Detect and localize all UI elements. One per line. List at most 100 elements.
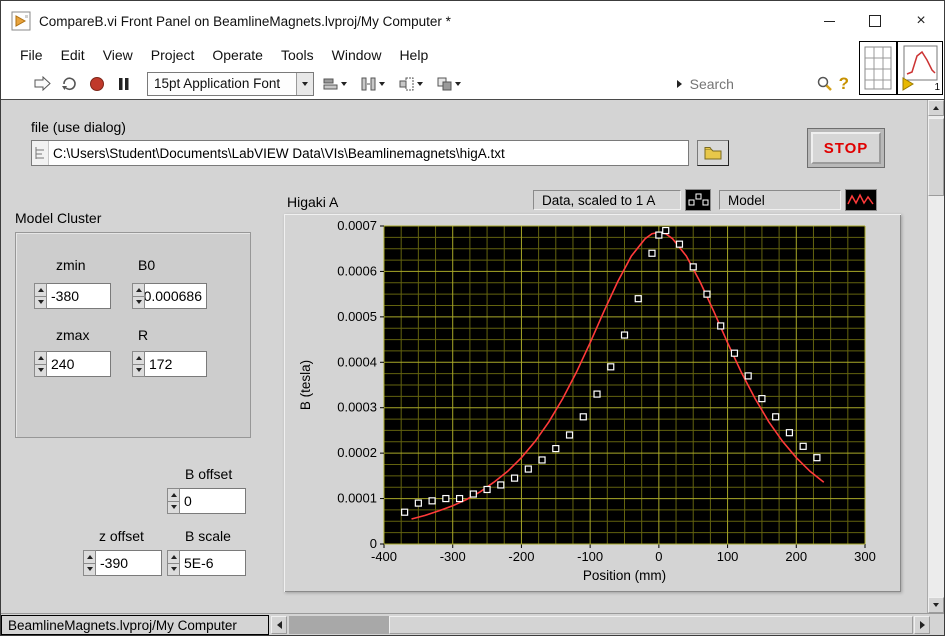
distribute-objects-icon <box>361 77 376 90</box>
abort-icon <box>89 76 104 91</box>
pause-button[interactable] <box>110 72 137 96</box>
run-arrow-icon <box>34 76 51 91</box>
vi-icon-badge: 1 <box>934 82 940 93</box>
menu-tools[interactable]: Tools <box>272 47 323 63</box>
svg-text:0: 0 <box>370 536 377 551</box>
svg-text:200: 200 <box>785 549 807 564</box>
svg-text:-400: -400 <box>371 549 397 564</box>
close-button[interactable]: × <box>898 1 944 41</box>
increment-button[interactable] <box>168 551 179 564</box>
vertical-scrollbar[interactable] <box>927 100 944 613</box>
increment-button[interactable] <box>35 352 46 365</box>
horizontal-scroll-thumb[interactable] <box>389 616 913 634</box>
svg-text:100: 100 <box>717 549 739 564</box>
decrement-button[interactable] <box>35 297 46 309</box>
close-icon: × <box>916 12 926 29</box>
window-title: CompareB.vi Front Panel on BeamlineMagne… <box>39 13 451 29</box>
r-control[interactable]: 172 <box>132 351 207 377</box>
stop-button[interactable]: STOP <box>807 128 885 168</box>
increment-button[interactable] <box>133 352 144 365</box>
legend-data-marker-icon[interactable] <box>685 189 711 211</box>
up-arrow-icon <box>37 287 44 292</box>
scroll-left-button[interactable] <box>271 616 287 634</box>
decrement-button[interactable] <box>168 564 179 576</box>
run-button[interactable] <box>29 72 56 96</box>
alignment-grid-icon[interactable] <box>859 41 897 95</box>
b-offset-control[interactable]: 0 <box>167 488 246 514</box>
r-spinner <box>132 351 145 377</box>
reorder-objects-button[interactable] <box>432 72 466 96</box>
menu-edit[interactable]: Edit <box>52 47 94 63</box>
file-control-label: file (use dialog) <box>31 119 126 135</box>
distribute-objects-button[interactable] <box>356 72 390 96</box>
increment-button[interactable] <box>133 284 144 297</box>
decrement-button[interactable] <box>84 564 95 576</box>
font-selector[interactable]: 15pt Application Font <box>147 71 314 96</box>
search-icon[interactable] <box>816 75 833 92</box>
r-input[interactable]: 172 <box>145 351 207 377</box>
menu-help[interactable]: Help <box>390 47 437 63</box>
align-objects-button[interactable] <box>318 72 352 96</box>
pause-icon <box>118 77 128 90</box>
maximize-button[interactable] <box>852 1 898 41</box>
zmin-control[interactable]: -380 <box>34 283 111 309</box>
z-offset-control[interactable]: -390 <box>83 550 162 576</box>
menu-window[interactable]: Window <box>323 47 391 63</box>
b0-control[interactable]: 0.000686 <box>132 283 207 309</box>
toolbar-chevron-icon[interactable] <box>676 79 682 88</box>
resize-grip[interactable] <box>930 615 944 635</box>
search-input[interactable] <box>687 74 810 93</box>
chevron-down-icon <box>379 81 385 86</box>
scroll-up-button[interactable] <box>928 100 944 116</box>
increment-button[interactable] <box>168 489 179 502</box>
context-help-button[interactable]: ? <box>839 74 849 94</box>
vi-icon[interactable]: 1 <box>897 41 943 95</box>
align-objects-icon <box>323 78 338 89</box>
b-scale-control[interactable]: 5E-6 <box>167 550 246 576</box>
down-arrow-icon <box>135 368 142 373</box>
zmax-spinner <box>34 351 47 377</box>
svg-text:Position (mm): Position (mm) <box>583 568 666 583</box>
b-scale-input[interactable]: 5E-6 <box>180 550 246 576</box>
scroll-right-button[interactable] <box>914 616 930 634</box>
chevron-down-icon <box>302 81 308 86</box>
font-selector-dropdown[interactable] <box>296 72 313 95</box>
legend-model-label[interactable]: Model <box>719 190 841 210</box>
legend-model-line-icon[interactable] <box>845 189 877 211</box>
menu-view[interactable]: View <box>94 47 142 63</box>
menu-project[interactable]: Project <box>142 47 204 63</box>
decrement-button[interactable] <box>35 365 46 377</box>
legend-data-label[interactable]: Data, scaled to 1 A <box>533 190 681 210</box>
decrement-button[interactable] <box>168 502 179 514</box>
menu-operate[interactable]: Operate <box>203 47 272 63</box>
b0-spinner <box>132 283 145 309</box>
minimize-button[interactable] <box>806 1 852 41</box>
svg-text:B (tesla): B (tesla) <box>298 360 313 410</box>
menu-file[interactable]: File <box>11 47 52 63</box>
file-path-value[interactable]: C:\Users\Student\Documents\LabVIEW Data\… <box>49 146 505 161</box>
zmax-control[interactable]: 240 <box>34 351 111 377</box>
file-path-control[interactable]: C:\Users\Student\Documents\LabVIEW Data\… <box>31 140 689 166</box>
svg-text:0.0001: 0.0001 <box>337 491 377 506</box>
execution-target-indicator[interactable]: BeamlineMagnets.lvproj/My Computer <box>1 615 269 635</box>
run-continuously-button[interactable] <box>56 72 83 96</box>
b0-input[interactable]: 0.000686 <box>145 283 207 309</box>
labview-front-panel-window: CompareB.vi Front Panel on BeamlineMagne… <box>0 0 945 636</box>
z-offset-input[interactable]: -390 <box>96 550 162 576</box>
up-arrow-icon <box>135 287 142 292</box>
increment-button[interactable] <box>84 551 95 564</box>
decrement-button[interactable] <box>133 297 144 309</box>
decrement-button[interactable] <box>133 365 144 377</box>
b-scale-spinner <box>167 550 180 576</box>
browse-button[interactable] <box>697 140 729 166</box>
abort-button[interactable] <box>83 72 110 96</box>
b-offset-input[interactable]: 0 <box>180 488 246 514</box>
zmin-input[interactable]: -380 <box>47 283 111 309</box>
scroll-down-button[interactable] <box>928 597 944 613</box>
zmax-input[interactable]: 240 <box>47 351 111 377</box>
resize-objects-button[interactable] <box>394 72 428 96</box>
increment-button[interactable] <box>35 284 46 297</box>
horizontal-scrollbar[interactable] <box>289 616 913 634</box>
b-offset-label: B offset <box>185 466 233 482</box>
vertical-scroll-thumb[interactable] <box>928 118 944 196</box>
